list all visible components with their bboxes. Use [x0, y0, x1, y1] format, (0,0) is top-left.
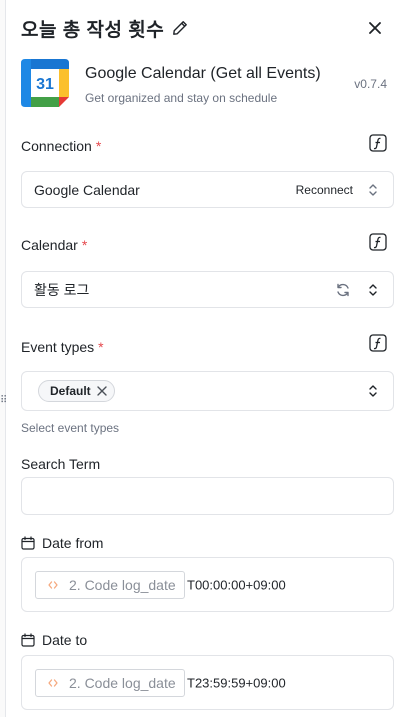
code-reference-text: 2. Code log_date [69, 674, 176, 691]
search-term-label: Search Term [21, 456, 101, 472]
reconnect-button[interactable]: Reconnect [296, 183, 353, 197]
chevron-updown-icon [369, 385, 377, 397]
app-name: Google Calendar (Get all Events) [85, 65, 321, 82]
date-from-label-text: Date from [42, 535, 104, 551]
function-toggle-icon[interactable] [369, 233, 387, 251]
calendar-label: Calendar * [21, 237, 87, 253]
event-types-hint: Select event types [21, 421, 120, 435]
refresh-icon[interactable] [335, 282, 351, 298]
code-reference-pill[interactable]: 2. Code log_date [35, 570, 185, 599]
close-button[interactable] [363, 16, 387, 40]
connection-select[interactable]: Google Calendar Reconnect [21, 171, 394, 208]
connection-label: Connection * [21, 138, 101, 154]
chevron-updown-icon [369, 283, 377, 296]
step-title[interactable]: 오늘 총 작성 횟수 [21, 15, 164, 42]
code-icon [48, 580, 58, 589]
date-to-label: Date to [21, 632, 87, 648]
event-types-multiselect[interactable]: Default [21, 371, 394, 411]
code-icon [48, 678, 58, 687]
pencil-icon[interactable] [172, 20, 188, 36]
calendar-icon [21, 536, 35, 550]
search-term-input[interactable] [21, 477, 394, 515]
date-from-input[interactable]: 2. Code log_date T00:00:00+09:00 [21, 557, 394, 612]
required-mark: * [95, 138, 102, 154]
code-reference-pill[interactable]: 2. Code log_date [35, 668, 185, 697]
date-from-time-suffix: T00:00:00+09:00 [187, 577, 286, 592]
panel-header: 오늘 총 작성 횟수 [21, 14, 387, 42]
calendar-select[interactable]: 활동 로그 [21, 271, 394, 308]
connection-value: Google Calendar [34, 181, 140, 198]
event-types-label-text: Event types [21, 339, 95, 355]
app-info: 31 Google Calendar (Get all Events) Get … [21, 59, 387, 109]
event-types-label: Event types * [21, 339, 104, 355]
step-config-panel: 오늘 총 작성 횟수 31 Google Calendar (Get all E… [6, 0, 403, 717]
date-from-label: Date from [21, 535, 103, 551]
connection-label-text: Connection [21, 138, 92, 154]
function-toggle-icon[interactable] [369, 334, 387, 352]
calendar-icon [21, 633, 35, 647]
date-to-label-text: Date to [42, 632, 88, 648]
close-icon [369, 22, 381, 34]
remove-chip-icon[interactable] [96, 385, 108, 397]
date-to-input[interactable]: 2. Code log_date T23:59:59+09:00 [21, 655, 394, 710]
app-description: Get organized and stay on schedule [85, 91, 278, 105]
required-mark: * [98, 339, 104, 355]
chevron-updown-icon [369, 183, 377, 196]
chip-label: Default [50, 384, 91, 398]
code-reference-text: 2. Code log_date [69, 576, 176, 593]
calendar-value: 활동 로그 [34, 281, 90, 298]
function-toggle-icon[interactable] [369, 134, 387, 152]
date-to-time-suffix: T23:59:59+09:00 [187, 675, 286, 690]
google-calendar-logo-icon: 31 [21, 59, 69, 107]
svg-text:31: 31 [36, 76, 54, 93]
event-type-chip: Default [38, 380, 115, 402]
required-mark: * [81, 237, 88, 253]
calendar-label-text: Calendar [21, 237, 78, 253]
app-version: v0.7.4 [354, 77, 387, 91]
